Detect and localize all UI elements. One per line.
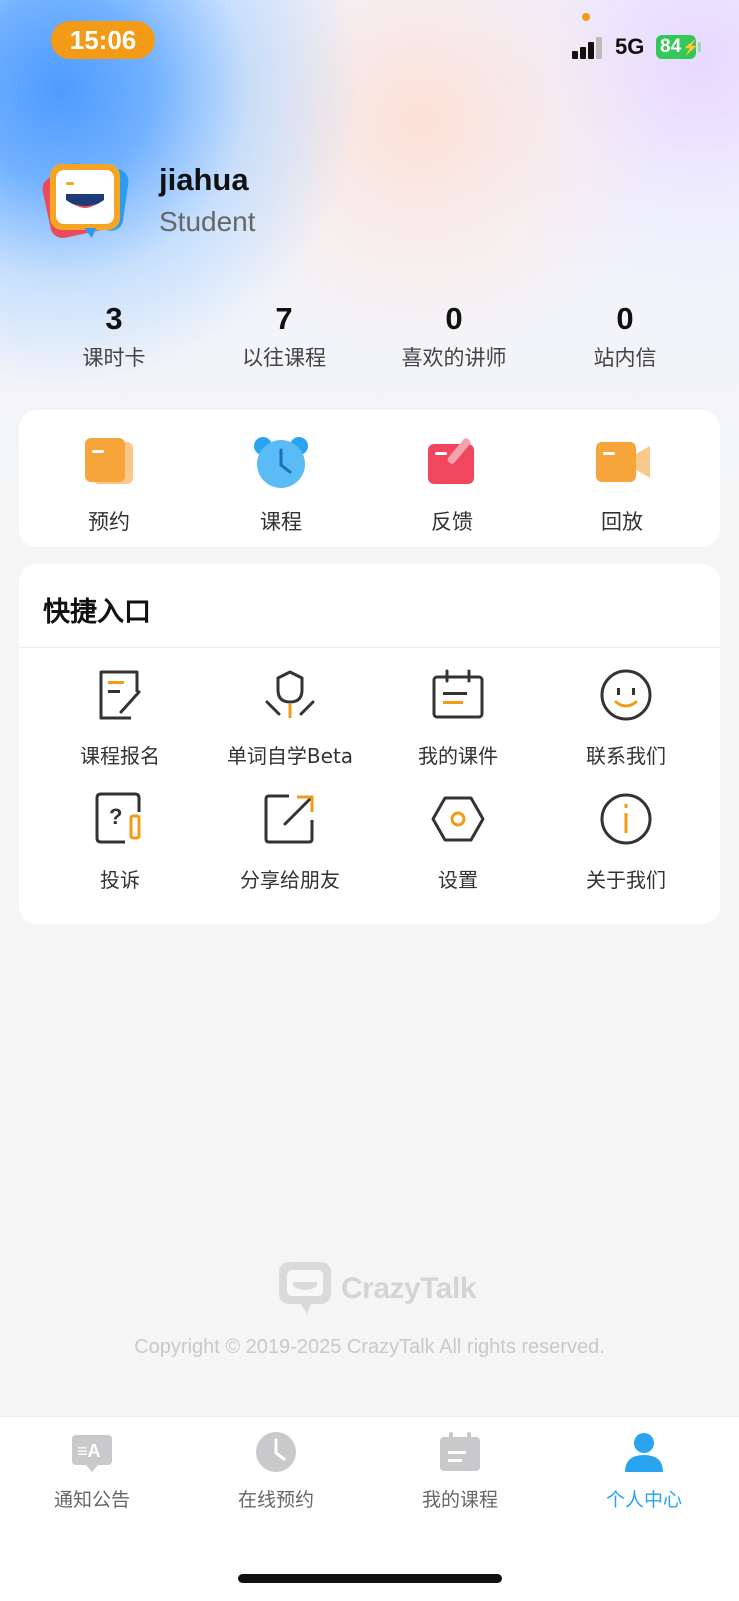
signal-icon xyxy=(572,37,606,59)
brand-name: CrazyTalk xyxy=(341,1272,477,1305)
stats-row: 3 课时卡 7 以往课程 0 喜欢的讲师 0 站内信 xyxy=(0,300,739,380)
stat-favorite-teachers[interactable]: 0 喜欢的讲师 xyxy=(364,300,544,372)
stat-value: 0 xyxy=(445,301,463,336)
person-icon xyxy=(625,1433,663,1472)
share-icon xyxy=(264,794,314,844)
quick-action-label: 课程 xyxy=(260,510,302,534)
shortcut-label: 课程报名 xyxy=(80,744,160,768)
shortcut-complaint[interactable]: ? 投诉 xyxy=(35,792,205,893)
quick-action-label: 回放 xyxy=(601,510,643,534)
quick-action-feedback[interactable]: 反馈 xyxy=(377,434,527,536)
brand-watermark: CrazyTalk xyxy=(275,1258,477,1318)
feedback-edit-icon xyxy=(428,438,474,484)
signup-edit-icon xyxy=(99,670,141,720)
stat-value: 0 xyxy=(616,301,634,336)
quick-action-replay[interactable]: 回放 xyxy=(547,434,697,536)
shortcut-label: 联系我们 xyxy=(586,744,666,768)
shortcuts-card: 快捷入口 课程报名 单词自学Beta 我的课件 联系我们 ? 投诉 分享给朋友 … xyxy=(19,564,720,924)
settings-hexagon-icon xyxy=(431,796,485,842)
stat-value: 3 xyxy=(105,301,123,336)
stat-past-courses[interactable]: 7 以往课程 xyxy=(194,300,374,372)
tab-label: 个人中心 xyxy=(605,1489,682,1511)
status-time: 15:06 xyxy=(51,21,155,59)
shortcut-label: 我的课件 xyxy=(418,744,498,768)
calendar-note-icon xyxy=(85,438,133,484)
shortcut-course-signup[interactable]: 课程报名 xyxy=(35,668,205,769)
shortcut-label: 投诉 xyxy=(100,868,140,892)
stat-label: 以往课程 xyxy=(242,346,326,370)
shortcut-share[interactable]: 分享给朋友 xyxy=(205,792,375,893)
shortcut-label: 关于我们 xyxy=(586,868,666,892)
tab-my-courses[interactable]: 我的课程 xyxy=(380,1431,540,1512)
tab-online-booking[interactable]: 在线预约 xyxy=(196,1431,356,1512)
shortcut-contact-us[interactable]: 联系我们 xyxy=(541,668,711,769)
shortcut-word-study[interactable]: 单词自学Beta xyxy=(205,668,375,769)
divider xyxy=(19,647,720,648)
complaint-question-icon: ? xyxy=(95,792,141,844)
avatar[interactable] xyxy=(40,158,130,250)
brand-logo-icon xyxy=(279,1262,331,1314)
announcement-icon: ≡A xyxy=(72,1435,112,1472)
shortcut-about-us[interactable]: 关于我们 xyxy=(541,792,711,893)
clock-icon xyxy=(256,1432,296,1472)
tab-label: 我的课程 xyxy=(421,1489,498,1511)
stat-value: 7 xyxy=(275,301,293,336)
network-type: 5G xyxy=(615,34,645,59)
battery-icon: 84 ⚡ xyxy=(656,35,700,59)
shortcut-label: 设置 xyxy=(438,868,478,892)
shortcut-label: 分享给朋友 xyxy=(240,868,340,892)
charging-bolt-icon: ⚡ xyxy=(682,38,700,55)
stat-label: 课时卡 xyxy=(82,346,146,370)
username: jiahua xyxy=(159,162,249,197)
home-indicator[interactable] xyxy=(238,1574,502,1583)
quick-action-courses[interactable]: 课程 xyxy=(206,434,356,536)
shortcut-label: 单词自学Beta xyxy=(226,744,354,768)
courseware-calendar-icon xyxy=(432,669,484,719)
battery-level: 84 xyxy=(660,36,682,57)
battery-tip xyxy=(698,42,701,52)
user-role: Student xyxy=(159,206,256,237)
tab-announcements[interactable]: ≡A 通知公告 xyxy=(12,1431,172,1512)
shortcut-my-courseware[interactable]: 我的课件 xyxy=(373,668,543,769)
shortcut-settings[interactable]: 设置 xyxy=(373,792,543,893)
tab-label: 在线预约 xyxy=(237,1489,314,1511)
section-title: 快捷入口 xyxy=(43,597,151,628)
video-camera-icon xyxy=(596,442,650,482)
svg-text:?: ? xyxy=(109,804,122,829)
alarm-clock-icon xyxy=(254,437,308,488)
tulip-icon xyxy=(265,670,315,718)
calendar-icon xyxy=(440,1432,480,1471)
stat-messages[interactable]: 0 站内信 xyxy=(535,300,715,372)
privacy-indicator-dot xyxy=(582,13,590,21)
quick-action-label: 预约 xyxy=(88,510,130,534)
svg-text:≡A: ≡A xyxy=(77,1441,101,1461)
stat-label: 站内信 xyxy=(593,346,657,370)
copyright-text: Copyright © 2019-2025 CrazyTalk All righ… xyxy=(134,1336,605,1358)
tab-profile[interactable]: 个人中心 xyxy=(564,1431,724,1512)
smiley-icon xyxy=(600,669,652,721)
quick-action-booking[interactable]: 预约 xyxy=(34,434,184,536)
quick-action-label: 反馈 xyxy=(431,510,473,534)
info-icon xyxy=(600,793,652,845)
stat-lesson-cards[interactable]: 3 课时卡 xyxy=(24,300,204,372)
tab-label: 通知公告 xyxy=(53,1489,130,1511)
quick-actions-card: 预约 课程 反馈 回放 xyxy=(19,410,720,547)
stat-label: 喜欢的讲师 xyxy=(401,346,507,370)
